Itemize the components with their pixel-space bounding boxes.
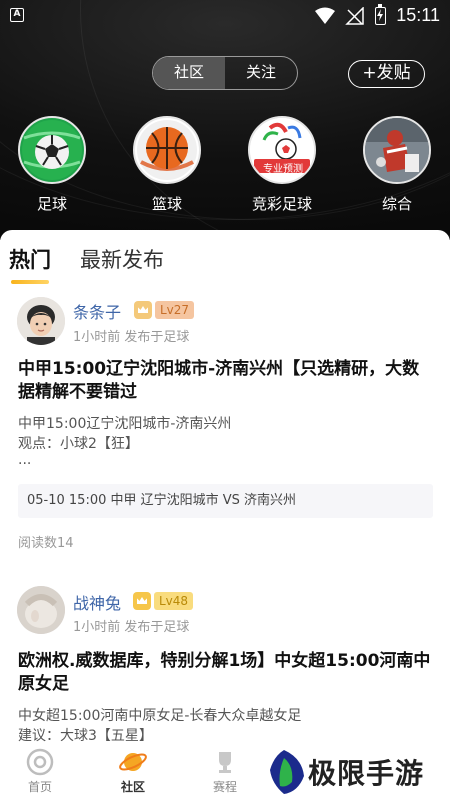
post-author[interactable]: 条条子 [73, 299, 121, 323]
nav-label: 首页 [27, 780, 52, 794]
category-lottery-football[interactable]: 专业预测 竞彩足球 [237, 116, 327, 214]
new-post-button[interactable]: +发贴 [348, 60, 425, 88]
category-label: 竞彩足球 [251, 195, 312, 213]
level-badge: Lv48 [154, 592, 194, 610]
category-label: 综合 [381, 195, 412, 213]
watermark-text: 极限手游网 [308, 757, 425, 800]
crown-badge-icon [134, 301, 152, 319]
wifi-icon [315, 7, 336, 24]
avatar[interactable] [17, 297, 65, 345]
home-icon [26, 748, 54, 776]
nav-label: 社区 [120, 780, 145, 794]
post-excerpt-line: 中甲15:00辽宁沈阳城市-济南兴州 [18, 416, 232, 432]
read-count: 阅读数14 [18, 536, 74, 551]
post-separator [0, 566, 450, 574]
category-basketball[interactable]: 篮球 [122, 116, 212, 214]
level-badge: Lv27 [155, 301, 195, 319]
post-meta: 1小时前 发布于足球 [73, 620, 190, 635]
post-excerpt-line: 中女超15:00河南中原女足-长春大众卓越女足 [18, 708, 302, 724]
watermark-logo-icon [270, 750, 304, 794]
lottery-icon-caption: 专业预测 [263, 164, 303, 175]
category-label: 篮球 [151, 195, 182, 213]
nav-community[interactable]: 社区 [103, 748, 163, 795]
nav-schedule[interactable]: 赛程 [195, 748, 255, 795]
category-general[interactable]: 综合 [352, 116, 442, 214]
active-tab-indicator [11, 280, 49, 284]
post-excerpt-line: 建议：大球3【五星】 [18, 728, 153, 744]
linked-match[interactable]: 05-10 15:00 中甲 辽宁沈阳城市 VS 济南兴州 [18, 484, 433, 518]
avatar[interactable] [17, 586, 65, 634]
site-watermark: 极限手游网 [258, 744, 450, 800]
nav-home[interactable]: 首页 [10, 748, 70, 795]
tab-community[interactable]: 社区 [153, 57, 225, 89]
nav-label: 赛程 [212, 780, 237, 794]
crown-badge-icon [133, 592, 151, 610]
post-card[interactable]: 战神兔 Lv48 1小时前 发布于足球 欧洲权.威数据库，特别分解1场】中女超1… [0, 586, 450, 750]
general-sports-icon [363, 116, 431, 184]
tab-latest[interactable]: 最新发布 [80, 244, 164, 274]
status-bar: A 15:11 [0, 0, 450, 34]
post-title[interactable]: 中甲15:00辽宁沈阳城市-济南兴州【只选精研，大数据精解不要错过 [18, 358, 436, 404]
category-football[interactable]: 足球 [7, 116, 97, 214]
planet-icon [119, 748, 147, 776]
trophy-icon [211, 748, 239, 776]
category-row: 足球 篮球 专业预测 竞彩足球 综合 [0, 116, 450, 220]
tab-follow[interactable]: 关注 [225, 57, 297, 89]
clock: 15:11 [396, 5, 440, 25]
feed-panel: 热门 最新发布 条条子 Lv27 1小时前 发布于足球 中甲15:00辽宁沈阳城… [0, 230, 450, 750]
battery-charging-icon [375, 3, 387, 25]
soccer-ball-icon [18, 116, 86, 184]
app-notification-icon: A [10, 8, 24, 22]
community-header: A 15:11 社区 关注 +发贴 足球 篮球 专业预测 竞彩足球 综合 [0, 0, 450, 240]
tab-hot[interactable]: 热门 [9, 244, 51, 274]
post-author[interactable]: 战神兔 [73, 590, 121, 614]
post-card[interactable]: 条条子 Lv27 1小时前 发布于足球 中甲15:00辽宁沈阳城市-济南兴州【只… [0, 294, 450, 566]
feed-tabs: 热门 最新发布 [0, 238, 450, 284]
community-follow-switch[interactable]: 社区 关注 [152, 56, 298, 90]
category-label: 足球 [36, 195, 67, 213]
post-meta: 1小时前 发布于足球 [73, 330, 190, 345]
lottery-football-icon: 专业预测 [248, 116, 316, 184]
basketball-icon [133, 116, 201, 184]
post-excerpt-line: ... [18, 452, 32, 468]
signal-off-icon [345, 6, 365, 25]
post-title[interactable]: 欧洲权.威数据库，特别分解1场】中女超15:00河南中原女足 [18, 650, 436, 696]
